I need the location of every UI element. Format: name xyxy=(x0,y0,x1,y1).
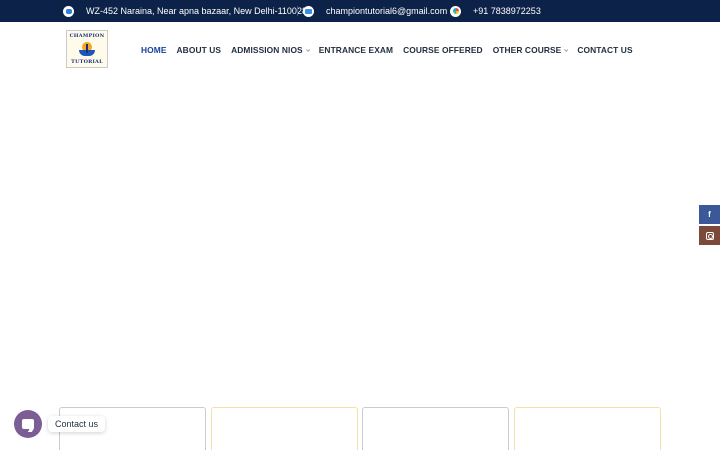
phone-item[interactable]: +91 7838972253 xyxy=(450,0,541,22)
email-item[interactable]: championtutorial6@gmail.com xyxy=(303,0,447,22)
feature-card-4[interactable] xyxy=(514,407,661,450)
chat-bubble-icon xyxy=(22,419,34,429)
top-contact-bar: WZ-452 Naraina, Near apna bazaar, New De… xyxy=(0,0,720,22)
feature-card-3[interactable] xyxy=(362,407,509,450)
nav-item-home[interactable]: HOME xyxy=(141,45,167,55)
address-text: WZ-452 Naraina, Near apna bazaar, New De… xyxy=(86,6,307,16)
nav-item-contact-us[interactable]: CONTACT US xyxy=(577,45,632,55)
email-icon xyxy=(303,5,314,17)
instagram-button[interactable] xyxy=(699,226,720,245)
phone-link[interactable]: +91 7838972253 xyxy=(473,6,541,16)
nav-item-entrance-exam[interactable]: ENTRANCE EXAM xyxy=(319,45,393,55)
nav-item-label: COURSE OFFERED xyxy=(403,45,483,55)
nav-item-label: OTHER COURSE xyxy=(492,45,562,55)
nav-item-course-offered[interactable]: COURSE OFFERED xyxy=(403,45,483,55)
nav-item-about-us[interactable]: ABOUT US xyxy=(177,45,222,55)
logo-emblem-icon xyxy=(78,42,96,56)
site-logo[interactable]: CHAMPION TUTORIAL xyxy=(66,30,108,68)
address-item: WZ-452 Naraina, Near apna bazaar, New De… xyxy=(63,0,307,22)
facebook-button[interactable]: f xyxy=(699,205,720,224)
contact-us-text: Contact us xyxy=(55,419,99,429)
divider xyxy=(297,6,298,16)
nav-item-label: CONTACT US xyxy=(577,45,633,55)
logo-text-bottom: TUTORIAL xyxy=(71,59,103,65)
nav-item-label: ABOUT US xyxy=(176,45,222,55)
feature-card-2[interactable] xyxy=(211,407,358,450)
facebook-icon: f xyxy=(708,210,711,219)
location-icon xyxy=(63,5,74,17)
nav-item-admission-nios[interactable]: ADMISSION NIOS xyxy=(231,45,311,55)
chevron-down-icon xyxy=(305,47,311,52)
contact-chat-button[interactable] xyxy=(14,410,42,438)
chevron-down-icon xyxy=(564,47,569,52)
phone-icon xyxy=(450,5,461,17)
nav-item-other-course[interactable]: OTHER COURSE xyxy=(492,45,569,55)
instagram-icon xyxy=(705,231,714,240)
nav-item-label: ADMISSION NIOS xyxy=(231,45,303,55)
email-link[interactable]: championtutorial6@gmail.com xyxy=(326,6,447,16)
contact-us-label[interactable]: Contact us xyxy=(48,416,106,432)
main-navigation: HOME ABOUT US ADMISSION NIOS ENTRANCE EX… xyxy=(141,40,643,60)
nav-item-label: HOME xyxy=(141,45,167,55)
nav-item-label: ENTRANCE EXAM xyxy=(318,45,394,55)
logo-text-top: CHAMPION xyxy=(69,33,105,39)
